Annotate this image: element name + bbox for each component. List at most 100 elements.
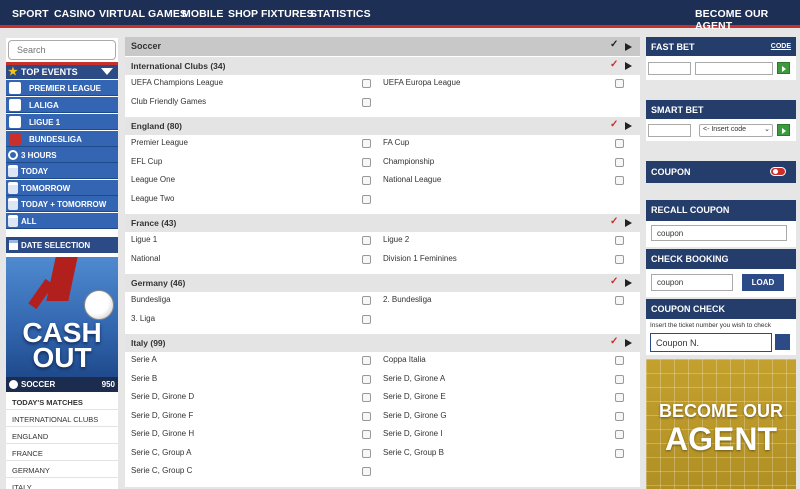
league-checkbox[interactable]	[362, 356, 371, 365]
cash-out-banner[interactable]: CASH OUT	[6, 257, 118, 377]
sidebar-item-bundesliga[interactable]: BUNDESLIGA	[6, 131, 118, 147]
league-label[interactable]: Serie D, Girone I	[383, 429, 443, 438]
league-checkbox[interactable]	[362, 194, 371, 204]
league-checkbox[interactable]	[615, 157, 624, 167]
league-label[interactable]: Serie C, Group C	[131, 466, 192, 475]
league-label[interactable]: Club Friendly Games	[131, 97, 206, 106]
league-checkbox[interactable]	[362, 236, 371, 245]
nav-casino[interactable]: CASINO	[54, 8, 95, 20]
fast-bet-code-input[interactable]	[648, 62, 691, 75]
group-header[interactable]: Germany (46) ✓	[125, 274, 640, 292]
league-checkbox[interactable]	[362, 467, 371, 476]
become-agent-banner[interactable]: BECOME OUR AGENT	[646, 359, 796, 489]
league-label[interactable]: Serie B	[131, 374, 157, 383]
league-checkbox[interactable]	[615, 430, 624, 439]
sidebar-item-today[interactable]: TODAY	[6, 163, 118, 179]
league-label[interactable]: Serie D, Girone E	[383, 392, 446, 401]
league-label[interactable]: League Two	[131, 194, 174, 203]
group-header[interactable]: France (43) ✓	[125, 214, 640, 232]
select-all-icon[interactable]: ✓	[610, 40, 619, 50]
league-checkbox[interactable]	[362, 97, 371, 107]
league-checkbox[interactable]	[362, 139, 371, 148]
sidebar-item-laliga[interactable]: LALIGA	[6, 97, 118, 113]
league-checkbox[interactable]	[362, 79, 371, 88]
league-label[interactable]: Premier League	[131, 138, 188, 147]
sidebar-sublink[interactable]: ENGLAND	[6, 427, 118, 444]
league-checkbox[interactable]	[362, 411, 371, 421]
coupon-toggle[interactable]	[770, 167, 786, 176]
league-checkbox[interactable]	[362, 430, 371, 439]
league-checkbox[interactable]	[615, 393, 624, 402]
league-label[interactable]: League One	[131, 175, 175, 184]
league-checkbox[interactable]	[362, 314, 371, 324]
league-checkbox[interactable]	[362, 393, 371, 402]
nav-shop-fixtures[interactable]: SHOP FIXTURES	[228, 8, 314, 20]
league-checkbox[interactable]	[615, 448, 624, 458]
league-checkbox[interactable]	[615, 296, 624, 305]
search-input[interactable]	[8, 40, 116, 60]
league-checkbox[interactable]	[615, 139, 624, 148]
league-checkbox[interactable]	[362, 296, 371, 305]
league-label[interactable]: Serie D, Girone H	[131, 429, 194, 438]
chevron-down-icon[interactable]	[101, 68, 113, 75]
league-label[interactable]: UEFA Europa League	[383, 78, 460, 87]
league-label[interactable]: Serie C, Group B	[383, 448, 444, 457]
fast-bet-go-button[interactable]	[777, 62, 790, 74]
select-group-check-icon[interactable]: ✓	[610, 60, 619, 70]
fast-bet-amount-input[interactable]	[695, 62, 773, 75]
league-checkbox[interactable]	[615, 79, 624, 88]
select-group-check-icon[interactable]: ✓	[610, 337, 619, 347]
group-header[interactable]: International Clubs (34) ✓	[125, 57, 640, 75]
recall-coupon-input[interactable]: coupon	[651, 225, 787, 241]
league-checkbox[interactable]	[615, 236, 624, 245]
league-checkbox[interactable]	[615, 374, 624, 384]
check-booking-input[interactable]: coupon	[651, 274, 733, 291]
league-label[interactable]: Serie A	[131, 355, 157, 364]
league-label[interactable]: Serie D, Girone G	[383, 411, 447, 420]
sidebar-sublink[interactable]: ITALY	[6, 478, 118, 489]
league-label[interactable]: Bundesliga	[131, 295, 171, 304]
nav-become-agent[interactable]: BECOME OUR AGENT	[695, 8, 800, 32]
soccer-category-bar[interactable]: SOCCER 950	[6, 377, 118, 392]
arrow-right-icon[interactable]	[625, 122, 632, 130]
top-events-header[interactable]: ★ TOP EVENTS	[6, 65, 118, 79]
arrow-right-icon[interactable]	[625, 43, 632, 51]
nav-statistics[interactable]: STATISTICS	[310, 8, 371, 20]
todays-matches-link[interactable]: TODAY'S MATCHES	[6, 393, 118, 410]
select-group-check-icon[interactable]: ✓	[610, 277, 619, 287]
load-button[interactable]: LOAD	[742, 274, 784, 291]
nav-virtual-games[interactable]: VIRTUAL GAMES	[99, 8, 187, 20]
select-group-check-icon[interactable]: ✓	[610, 120, 619, 130]
coupon-check-input[interactable]: Coupon N.	[650, 333, 772, 352]
league-checkbox[interactable]	[615, 411, 624, 421]
league-label[interactable]: FA Cup	[383, 138, 409, 147]
league-checkbox[interactable]	[615, 176, 624, 185]
league-label[interactable]: Serie D, Girone A	[383, 374, 445, 383]
sidebar-item-today-tomorrow[interactable]: TODAY + TOMORROW	[6, 196, 118, 212]
league-label[interactable]: Serie D, Girone F	[131, 411, 193, 420]
smart-bet-go-button[interactable]	[777, 124, 790, 136]
arrow-right-icon[interactable]	[625, 339, 632, 347]
arrow-right-icon[interactable]	[625, 62, 632, 70]
select-group-check-icon[interactable]: ✓	[610, 217, 619, 227]
league-label[interactable]: Coppa Italia	[383, 355, 426, 364]
league-checkbox[interactable]	[615, 254, 624, 264]
date-selection-header[interactable]: DATE SELECTION	[6, 237, 118, 253]
sidebar-item-ligue-1[interactable]: LIGUE 1	[6, 114, 118, 130]
league-label[interactable]: UEFA Champions League	[131, 78, 223, 87]
arrow-right-icon[interactable]	[625, 279, 632, 287]
sidebar-item-tomorrow[interactable]: TOMORROW	[6, 180, 118, 196]
coupon-check-button[interactable]	[775, 334, 790, 350]
code-link[interactable]: CODE	[771, 43, 791, 50]
group-header[interactable]: England (80) ✓	[125, 117, 640, 135]
sidebar-item-all[interactable]: ALL	[6, 213, 118, 229]
league-label[interactable]: Championship	[383, 157, 434, 166]
league-label[interactable]: Ligue 2	[383, 235, 409, 244]
league-label[interactable]: Serie C, Group A	[131, 448, 191, 457]
sidebar-sublink[interactable]: GERMANY	[6, 461, 118, 478]
sidebar-item-3-hours[interactable]: 3 HOURS	[6, 147, 118, 163]
league-label[interactable]: EFL Cup	[131, 157, 162, 166]
league-checkbox[interactable]	[362, 374, 371, 384]
arrow-right-icon[interactable]	[625, 219, 632, 227]
nav-mobile[interactable]: MOBILE	[182, 8, 223, 20]
